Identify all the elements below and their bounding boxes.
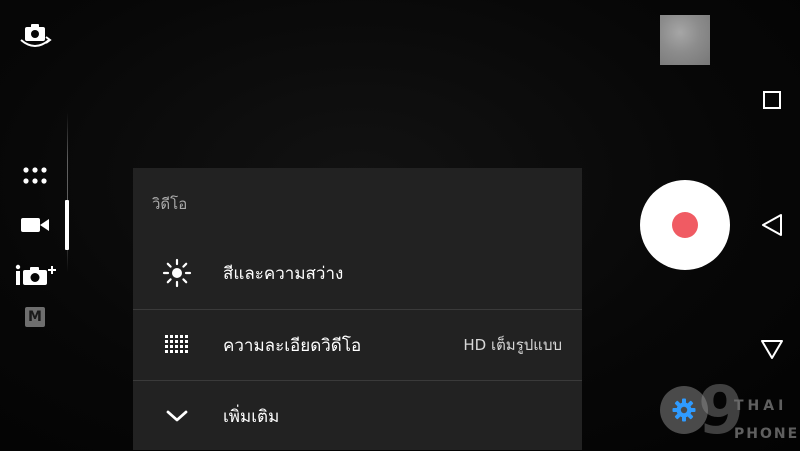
resolution-value: HD เต็มรูปแบบ <box>463 336 562 354</box>
menu-item-color-brightness[interactable]: สีและความสว่าง <box>133 238 582 308</box>
chevron-down-icon <box>161 400 193 432</box>
photo-plus-icon[interactable] <box>14 260 60 290</box>
home-icon[interactable] <box>756 334 788 364</box>
last-capture-thumbnail[interactable] <box>660 15 710 65</box>
recent-apps-icon[interactable] <box>758 86 786 114</box>
video-camera-icon[interactable] <box>18 210 52 240</box>
gear-icon <box>672 398 696 422</box>
switch-camera-icon[interactable] <box>16 20 54 52</box>
menu-title: วิดีโอ <box>152 195 188 213</box>
watermark-line1: THAI <box>734 398 788 414</box>
resolution-grid-icon <box>161 329 193 361</box>
watermark-line2: PHONE <box>734 426 800 442</box>
active-mode-indicator <box>65 200 69 250</box>
watermark-logo: 9 THAI PHONE <box>698 378 800 450</box>
menu-item-more[interactable]: เพิ่มเติม <box>133 380 582 451</box>
record-button[interactable] <box>640 180 730 270</box>
menu-item-video-resolution[interactable]: ความละเอียดวิดีโอ HD เต็มรูปแบบ <box>133 309 582 380</box>
manual-mode-icon[interactable]: M <box>23 305 47 329</box>
video-settings-menu: วิดีโอ สีและความสว่าง ความละเอียดวิดีโอ … <box>133 168 582 450</box>
menu-item-label: ความละเอียดวิดีโอ <box>223 335 362 356</box>
manual-badge: M <box>25 307 45 327</box>
menu-item-label: เพิ่มเติม <box>223 406 280 427</box>
app-grid-icon[interactable] <box>20 162 50 190</box>
menu-item-label: สีและความสว่าง <box>223 263 344 284</box>
brightness-icon <box>161 257 193 289</box>
back-icon[interactable] <box>756 210 788 240</box>
record-dot-icon <box>672 212 698 238</box>
